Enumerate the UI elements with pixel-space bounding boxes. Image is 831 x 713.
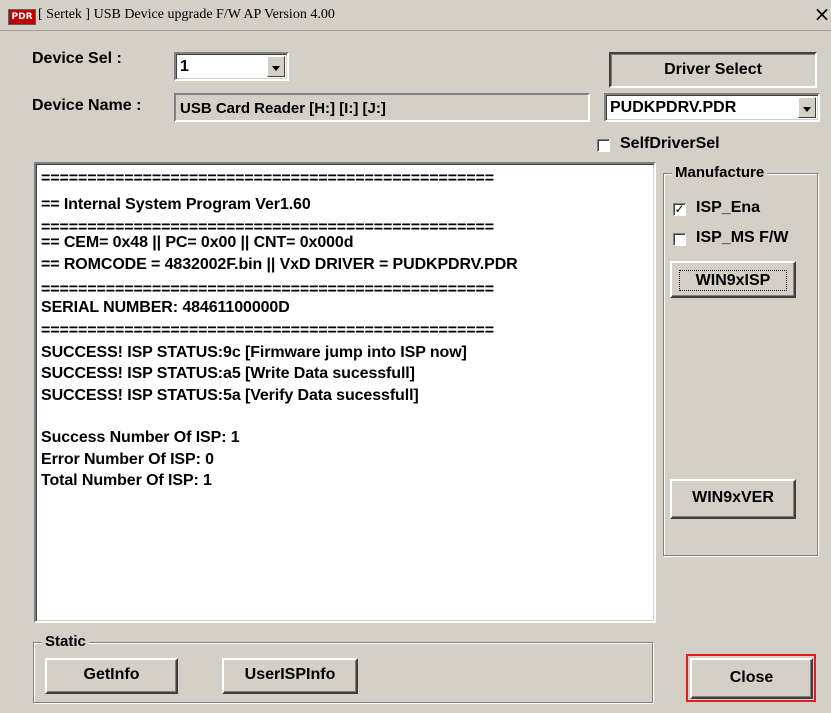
device-sel-combobox[interactable]: 1	[174, 52, 289, 81]
win9x-ver-label: WIN9xVER	[692, 489, 774, 506]
isp-ena-checkbox[interactable]: ✓	[673, 203, 686, 216]
log-textarea[interactable]: ========================================…	[34, 162, 656, 623]
log-line: Success Number Of ISP: 1	[41, 429, 240, 446]
device-name-field: USB Card Reader [H:] [I:] [J:]	[174, 93, 590, 122]
main-window: PDR [ Sertek ] USB Device upgrade F/W AP…	[0, 0, 831, 713]
driver-file-value: PUDKPDRV.PDR	[610, 99, 737, 116]
log-line: SUCCESS! ISP STATUS:5a [Verify Data suce…	[41, 387, 419, 404]
log-line: SERIAL NUMBER: 48461100000D	[41, 299, 290, 316]
userispinfo-label: UserISPInfo	[244, 666, 336, 683]
title-bar: PDR [ Sertek ] USB Device upgrade F/W AP…	[0, 0, 831, 31]
app-icon: PDR	[8, 9, 36, 25]
log-line: Error Number Of ISP: 0	[41, 451, 214, 468]
close-highlight-box	[686, 654, 816, 702]
self-driver-sel-label: SelfDriverSel	[620, 135, 720, 152]
log-line: ========================================…	[41, 170, 494, 187]
chevron-down-icon	[803, 107, 811, 112]
close-icon[interactable]: ×	[813, 3, 831, 25]
win9x-ver-button[interactable]: WIN9xVER	[670, 479, 796, 519]
device-sel-dropdown-button[interactable]	[267, 56, 285, 77]
log-line: SUCCESS! ISP STATUS:a5 [Write Data suces…	[41, 365, 415, 382]
isp-ms-fw-checkbox[interactable]	[673, 233, 686, 246]
log-line: ========================================…	[41, 281, 494, 298]
device-sel-label: Device Sel :	[32, 50, 122, 67]
isp-ms-fw-label: ISP_MS F/W	[696, 229, 789, 246]
manufacture-group-title: Manufacture	[672, 164, 768, 181]
log-line: ========================================…	[41, 322, 494, 339]
driver-file-combobox[interactable]: PUDKPDRV.PDR	[604, 93, 820, 122]
driver-select-label: Driver Select	[664, 61, 762, 78]
log-line: == ROMCODE = 4832002F.bin || VxD DRIVER …	[41, 256, 518, 273]
log-line: Total Number Of ISP: 1	[41, 472, 212, 489]
self-driver-sel-checkbox[interactable]	[597, 139, 610, 152]
driver-file-dropdown-button[interactable]	[798, 97, 816, 118]
static-group-title: Static	[42, 633, 89, 650]
getinfo-label: GetInfo	[83, 666, 140, 683]
isp-ena-label: ISP_Ena	[696, 199, 761, 216]
window-title: [ Sertek ] USB Device upgrade F/W AP Ver…	[38, 7, 335, 22]
userispinfo-button[interactable]: UserISPInfo	[222, 658, 358, 694]
getinfo-button[interactable]: GetInfo	[45, 658, 178, 694]
win9x-isp-button[interactable]: WIN9xISP	[670, 261, 796, 298]
chevron-down-icon	[272, 66, 280, 71]
device-name-value: USB Card Reader [H:] [I:] [J:]	[180, 100, 386, 117]
win9x-isp-label: WIN9xISP	[674, 265, 792, 296]
log-line: == Internal System Program Ver1.60	[41, 196, 311, 213]
log-line: SUCCESS! ISP STATUS:9c [Firmware jump in…	[41, 344, 467, 361]
log-line: == CEM= 0x48 || PC= 0x00 || CNT= 0x000d	[41, 234, 354, 251]
driver-select-button[interactable]: Driver Select	[609, 52, 817, 88]
device-sel-value: 1	[180, 58, 189, 75]
device-name-label: Device Name :	[32, 97, 142, 114]
